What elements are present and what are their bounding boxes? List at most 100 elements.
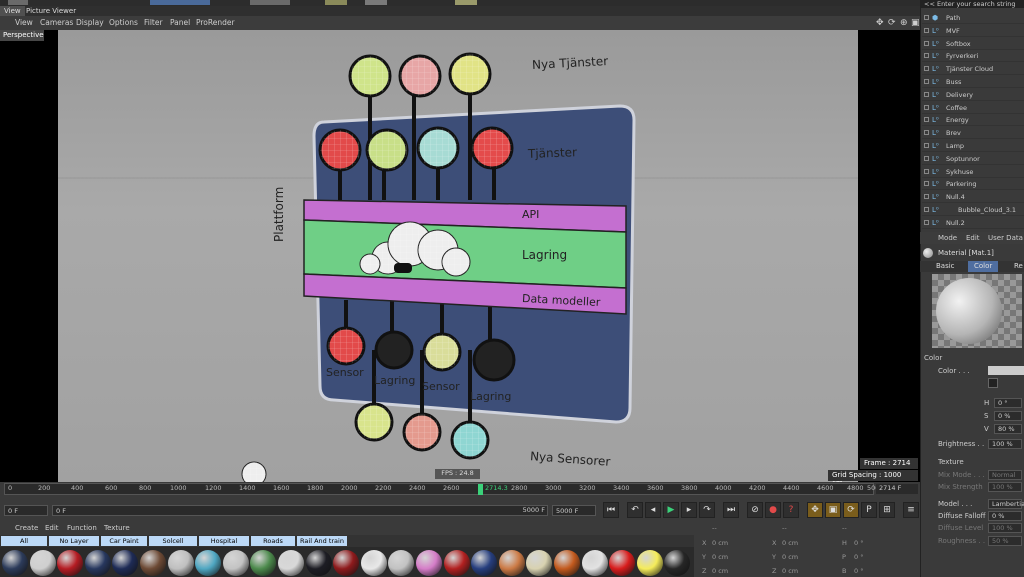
menu-user-data[interactable]: User Data xyxy=(988,234,1023,242)
material-swatch[interactable] xyxy=(222,550,249,576)
material-swatch[interactable] xyxy=(471,550,498,576)
material-swatch[interactable] xyxy=(278,550,304,576)
tab-basic[interactable]: Basic xyxy=(930,261,961,272)
expand-toggle-icon[interactable] xyxy=(924,15,929,20)
object-search-input[interactable]: << Enter your search string xyxy=(920,0,1024,8)
object-row[interactable]: ⬢ Path xyxy=(922,12,1024,24)
material-swatch[interactable] xyxy=(498,550,525,576)
size-z-field[interactable]: 0 cm xyxy=(782,567,798,575)
next-key-icon[interactable]: ↷ xyxy=(699,502,715,518)
current-frame-field[interactable]: 2714 F xyxy=(876,484,918,494)
material-swatch[interactable] xyxy=(581,550,608,576)
menu-options[interactable]: Options xyxy=(109,18,138,27)
menu-cameras[interactable]: Cameras xyxy=(40,18,73,27)
menu-prorender[interactable]: ProRender xyxy=(196,18,235,27)
step-back-icon[interactable]: ◂ xyxy=(645,502,661,518)
position-y-field[interactable]: 0 cm xyxy=(712,553,728,561)
filter-hospital[interactable]: Hospital xyxy=(199,536,249,546)
expand-toggle-icon[interactable] xyxy=(924,168,929,174)
filter-car-paint[interactable]: Car Paint xyxy=(101,536,147,546)
previous-key-icon[interactable]: ↶ xyxy=(627,502,643,518)
filter-no-layer[interactable]: No Layer xyxy=(49,536,99,546)
autokey-icon[interactable]: ? xyxy=(783,502,799,518)
material-swatch[interactable] xyxy=(526,550,553,576)
saturation-field[interactable]: 0 % xyxy=(994,411,1022,421)
material-swatch[interactable] xyxy=(443,550,470,576)
record-keys-icon[interactable]: ● xyxy=(765,502,781,518)
menu-panel[interactable]: Panel xyxy=(170,18,190,27)
expand-toggle-icon[interactable] xyxy=(924,130,929,136)
key-pla-icon[interactable]: ⊞ xyxy=(879,502,895,518)
menu-texture[interactable]: Texture xyxy=(104,524,130,532)
color-swatch[interactable] xyxy=(988,366,1024,375)
material-swatch[interactable] xyxy=(195,550,222,576)
rotate-view-icon[interactable]: ⟳ xyxy=(888,18,896,28)
expand-toggle-icon[interactable] xyxy=(924,117,929,123)
object-row[interactable]: L⁰ Energy xyxy=(922,114,1024,127)
menu-attr-edit[interactable]: Edit xyxy=(966,234,980,242)
diffuse-falloff-field[interactable]: 0 % xyxy=(988,511,1022,521)
expand-toggle-icon[interactable] xyxy=(924,207,929,212)
material-swatch[interactable] xyxy=(167,550,194,576)
material-swatch[interactable] xyxy=(333,550,360,576)
object-row[interactable]: L⁰ Tjänster Cloud xyxy=(922,63,1024,76)
material-swatch[interactable] xyxy=(360,550,387,576)
expand-toggle-icon[interactable] xyxy=(924,143,929,148)
size-y-field[interactable]: 0 cm xyxy=(782,553,798,561)
material-swatch[interactable] xyxy=(416,550,442,576)
expand-toggle-icon[interactable] xyxy=(924,91,929,97)
color-picker-icon[interactable] xyxy=(988,378,998,388)
object-row[interactable]: L⁰ Buss xyxy=(922,76,1024,88)
tab-color[interactable]: Color xyxy=(968,261,999,272)
filter-all[interactable]: All xyxy=(1,536,47,546)
model-select[interactable]: Lambertia xyxy=(988,499,1024,509)
material-swatch[interactable] xyxy=(250,550,277,576)
motion-record-icon[interactable]: ⊘ xyxy=(747,502,763,518)
menu-view[interactable]: View xyxy=(15,18,33,27)
material-swatch[interactable] xyxy=(609,550,636,576)
3d-viewport[interactable]: Nya Tjänster Tjänster Plattform API Lagr… xyxy=(0,30,920,482)
menu-create[interactable]: Create xyxy=(15,524,38,532)
filter-roads[interactable]: Roads xyxy=(251,536,295,546)
tab-reflectance[interactable]: Re xyxy=(1008,261,1024,272)
key-position-icon[interactable]: ✥ xyxy=(807,502,823,518)
timeline-playhead[interactable] xyxy=(478,484,483,495)
object-row[interactable]: L⁰ MVF xyxy=(922,25,1024,37)
expand-toggle-icon[interactable] xyxy=(924,40,929,46)
expand-toggle-icon[interactable] xyxy=(924,79,929,84)
timeline-ruler[interactable]: 0 200 400 600 800 1000 1200 1400 1600 18… xyxy=(4,483,884,495)
rotation-p-field[interactable]: 0 ° xyxy=(854,553,863,561)
start-frame-field[interactable]: 0 F xyxy=(4,505,48,516)
object-row[interactable]: L⁰ Sykhuse xyxy=(922,166,1024,178)
expand-toggle-icon[interactable] xyxy=(924,194,929,200)
rotation-h-field[interactable]: 0 ° xyxy=(854,539,863,547)
menu-filter[interactable]: Filter xyxy=(144,18,163,27)
position-x-field[interactable]: 0 cm xyxy=(712,539,728,547)
maximize-view-icon[interactable]: ▣ xyxy=(911,18,920,28)
expand-toggle-icon[interactable] xyxy=(924,27,929,33)
material-swatch[interactable] xyxy=(664,550,691,576)
material-swatch[interactable] xyxy=(112,550,139,576)
move-view-icon[interactable]: ✥ xyxy=(876,18,884,28)
hue-field[interactable]: 0 ° xyxy=(994,398,1022,408)
brightness-field[interactable]: 100 % xyxy=(988,439,1022,449)
menu-edit[interactable]: Edit xyxy=(45,524,59,532)
menu-display[interactable]: Display xyxy=(76,18,104,27)
position-z-field[interactable]: 0 cm xyxy=(712,567,728,575)
object-row[interactable]: L⁰ Null.4 xyxy=(922,191,1024,204)
expand-toggle-icon[interactable] xyxy=(924,104,929,110)
timeline-menu-icon[interactable]: ≡ xyxy=(903,502,919,518)
material-swatch[interactable] xyxy=(554,550,580,576)
viewport-render-area[interactable]: Nya Tjänster Tjänster Plattform API Lagr… xyxy=(11,30,858,482)
material-swatch[interactable] xyxy=(305,550,332,576)
menu-function[interactable]: Function xyxy=(67,524,97,532)
expand-toggle-icon[interactable] xyxy=(924,181,929,187)
go-to-start-icon[interactable]: ⏮ xyxy=(603,502,619,518)
material-swatch[interactable] xyxy=(140,550,166,576)
expand-toggle-icon[interactable] xyxy=(924,155,929,161)
expand-toggle-icon[interactable] xyxy=(924,66,929,72)
object-row[interactable]: L⁰ Soptunnor xyxy=(922,153,1024,165)
object-row[interactable]: L⁰ Fyrverkeri xyxy=(922,50,1024,63)
menu-mode[interactable]: Mode xyxy=(938,234,957,242)
tab-picture-viewer[interactable]: Picture Viewer xyxy=(22,6,80,16)
